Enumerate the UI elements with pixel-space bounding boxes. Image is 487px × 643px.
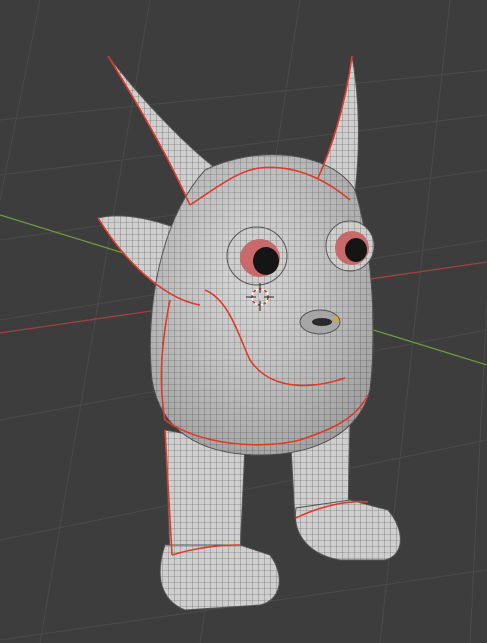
right-eye[interactable] bbox=[325, 220, 375, 272]
mouth[interactable] bbox=[299, 309, 341, 335]
left-pupil bbox=[253, 247, 279, 275]
left-foot[interactable] bbox=[159, 544, 280, 611]
viewport-canvas[interactable] bbox=[0, 0, 487, 643]
right-foot[interactable] bbox=[294, 499, 401, 561]
monster-mesh[interactable] bbox=[97, 55, 401, 611]
right-pupil bbox=[345, 238, 367, 262]
3d-viewport[interactable] bbox=[0, 0, 487, 643]
object-origin-icon bbox=[333, 316, 339, 322]
left-eye[interactable] bbox=[226, 226, 288, 286]
